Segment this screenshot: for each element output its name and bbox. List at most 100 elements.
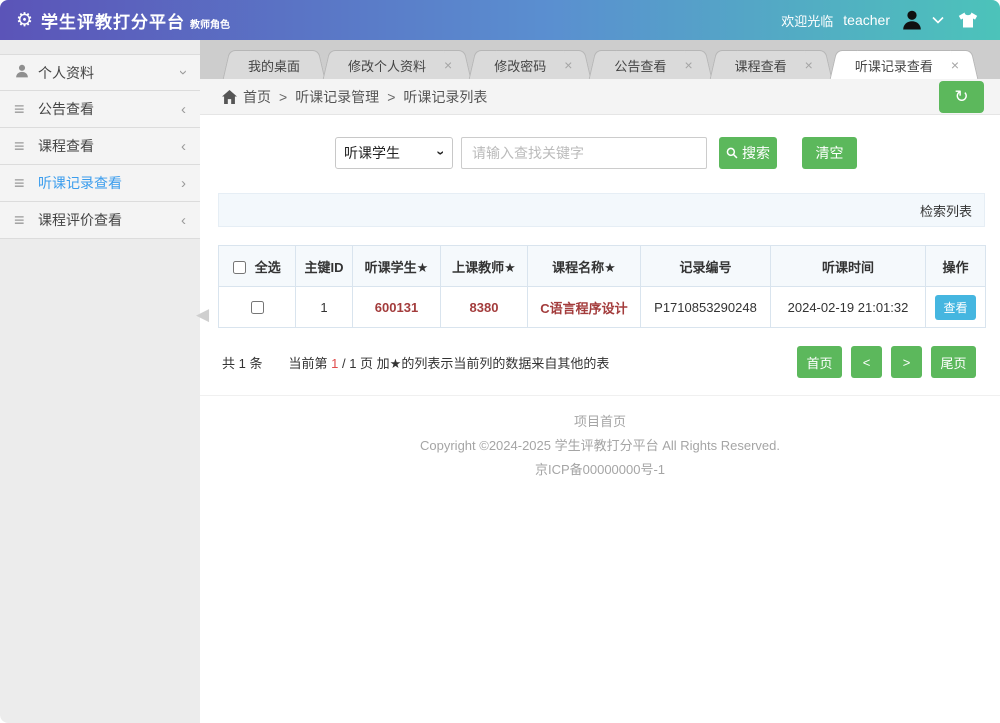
breadcrumb-separator: > [387, 88, 396, 105]
current-page-number: 1 [331, 355, 339, 371]
select-caret-icon: › [433, 150, 450, 156]
chevron-left-icon: ‹ [181, 137, 186, 155]
sidebar-item-label: 课程查看 [38, 138, 94, 154]
tab-label: 我的桌面 [248, 58, 301, 74]
total-count-text: 共 1 条 [222, 355, 263, 371]
list-panel: 检索列表 全选 主键ID 听课学生★ 上课教师★ 课程名称★ 记录编号 听课时间… [218, 193, 986, 378]
app-window: ⚙ 学生评教打分平台 教师角色 欢迎光临 teacher 个人资料 › ≡ 公告… [0, 0, 1000, 723]
sidebar: 个人资料 › ≡ 公告查看 ‹ ≡ 课程查看 ‹ ≡ 听课记录查看 › ≡ 课程… [0, 40, 200, 723]
search-input[interactable] [461, 137, 707, 169]
refresh-icon: ↻ [954, 87, 969, 106]
welcome-text: 欢迎光临 [781, 13, 834, 29]
column-record-no: 记录编号 [640, 245, 771, 287]
footer-copyright: Copyright ©2024-2025 学生评教打分平台 All Rights… [420, 438, 780, 453]
select-all-checkbox[interactable] [233, 260, 247, 274]
footer-home-link[interactable]: 项目首页 [200, 410, 1000, 434]
clear-button[interactable]: 清空 [802, 137, 857, 169]
tab-courses[interactable]: 课程查看 × [722, 50, 819, 79]
column-course: 课程名称★ [527, 245, 641, 287]
tab-label: 修改密码 [494, 58, 547, 74]
search-icon [726, 147, 738, 159]
search-bar: 听课学生 › 搜索 清空 [335, 137, 1000, 169]
selected-option: 听课学生 [344, 145, 400, 161]
column-id: 主键ID [295, 245, 353, 287]
view-button[interactable]: 查看 [935, 294, 976, 320]
pager-buttons: 首页 < > 尾页 [797, 346, 976, 378]
close-icon[interactable]: × [564, 57, 572, 73]
tab-my-desktop[interactable]: 我的桌面 [236, 50, 313, 79]
tab-bar: 我的桌面 修改个人资料 × 修改密码 × 公告查看 × 课程查看 × 听课记录查… [200, 40, 1000, 79]
menu-list-icon: ≡ [14, 99, 25, 119]
tab-change-password[interactable]: 修改密码 × [482, 50, 579, 79]
prev-page-button[interactable]: < [851, 346, 882, 378]
breadcrumb-level3: 听课记录列表 [403, 88, 488, 105]
tab-label: 听课记录查看 [854, 58, 933, 74]
breadcrumb: 首页 > 听课记录管理 > 听课记录列表 ↻ [200, 79, 1000, 115]
refresh-button[interactable]: ↻ [939, 80, 984, 113]
gear-icon: ⚙ [16, 9, 34, 31]
pagination-info: 共 1 条 当前第 1 / 1 页 加★的列表示当前列的数据来自其他的表 [218, 353, 609, 372]
last-page-button[interactable]: 尾页 [931, 346, 976, 378]
column-header-label: 全选 [254, 259, 281, 275]
sidebar-item-lecture-records[interactable]: ≡ 听课记录查看 › [0, 165, 200, 202]
sidebar-item-label: 听课记录查看 [38, 175, 122, 191]
star-note-text: 加★的列表示当前列的数据来自其他的表 [376, 355, 610, 371]
chevron-left-icon: ‹ [181, 100, 186, 118]
home-icon [222, 89, 237, 104]
menu-list-icon: ≡ [14, 210, 25, 230]
cell-id: 1 [295, 286, 353, 328]
records-table: 全选 主键ID 听课学生★ 上课教师★ 课程名称★ 记录编号 听课时间 操作 1… [218, 245, 986, 328]
cell-record-no: P1710853290248 [640, 286, 771, 328]
main-content: 我的桌面 修改个人资料 × 修改密码 × 公告查看 × 课程查看 × 听课记录查… [196, 40, 1000, 723]
column-time: 听课时间 [770, 245, 926, 287]
footer-icp: 京ICP备00000000号-1 [534, 462, 666, 477]
sidebar-item-announcements[interactable]: ≡ 公告查看 ‹ [0, 91, 200, 128]
role-badge: 教师角色 [190, 19, 231, 31]
sidebar-item-courses[interactable]: ≡ 课程查看 ‹ [0, 128, 200, 165]
tab-announcements[interactable]: 公告查看 × [602, 50, 699, 79]
close-icon[interactable]: × [684, 57, 692, 73]
search-button[interactable]: 搜索 [719, 137, 777, 169]
close-icon[interactable]: × [444, 57, 452, 73]
table-header-row: 全选 主键ID 听课学生★ 上课教师★ 课程名称★ 记录编号 听课时间 操作 [218, 245, 986, 287]
chevron-down-icon: › [175, 70, 192, 75]
chevron-right-icon: › [181, 174, 186, 192]
cell-time: 2024-02-19 21:01:32 [770, 286, 926, 328]
menu-list-icon: ≡ [14, 136, 25, 156]
next-page-button[interactable]: > [891, 346, 922, 378]
app-title: 学生评教打分平台 [41, 12, 186, 32]
breadcrumb-home[interactable]: 首页 [243, 87, 271, 107]
breadcrumb-level2: 听课记录管理 [295, 88, 380, 105]
breadcrumb-separator: > [279, 88, 288, 105]
close-icon[interactable]: × [951, 57, 959, 73]
sidebar-item-profile[interactable]: 个人资料 › [0, 54, 200, 91]
column-student: 听课学生★ [352, 245, 441, 287]
first-page-button[interactable]: 首页 [797, 346, 842, 378]
column-select-all: 全选 [218, 245, 296, 287]
sidebar-item-course-evaluations[interactable]: ≡ 课程评价查看 ‹ [0, 202, 200, 239]
panel-header: 检索列表 [218, 193, 985, 227]
search-category-select[interactable]: 听课学生 › [335, 137, 453, 169]
sidebar-item-label: 个人资料 [38, 64, 94, 81]
user-icon [14, 63, 38, 82]
menu-list-icon: ≡ [14, 173, 25, 193]
user-menu-chevron-down-icon[interactable] [932, 16, 944, 24]
theme-tshirt-icon[interactable] [958, 11, 978, 29]
panel-title: 检索列表 [919, 203, 972, 219]
cell-actions: 查看 [925, 286, 986, 328]
total-pages-text: / 1 页 [341, 355, 374, 371]
tab-edit-profile[interactable]: 修改个人资料 × [336, 50, 459, 79]
user-avatar-icon[interactable] [900, 8, 924, 32]
top-header: ⚙ 学生评教打分平台 教师角色 欢迎光临 teacher [0, 0, 1000, 40]
tab-lecture-records[interactable]: 听课记录查看 × [842, 50, 966, 79]
column-teacher: 上课教师★ [440, 245, 528, 287]
cell-student: 600131 [352, 286, 441, 328]
row-checkbox[interactable] [250, 300, 264, 314]
sidebar-collapse-handle[interactable]: ◀ [196, 306, 209, 323]
username-text: teacher [843, 12, 890, 28]
close-icon[interactable]: × [805, 57, 813, 73]
cell-teacher: 8380 [440, 286, 528, 328]
row-select-cell [218, 286, 296, 328]
footer: 项目首页 Copyright ©2024-2025 学生评教打分平台 All R… [200, 395, 1000, 482]
chevron-left-icon: ‹ [181, 211, 186, 229]
